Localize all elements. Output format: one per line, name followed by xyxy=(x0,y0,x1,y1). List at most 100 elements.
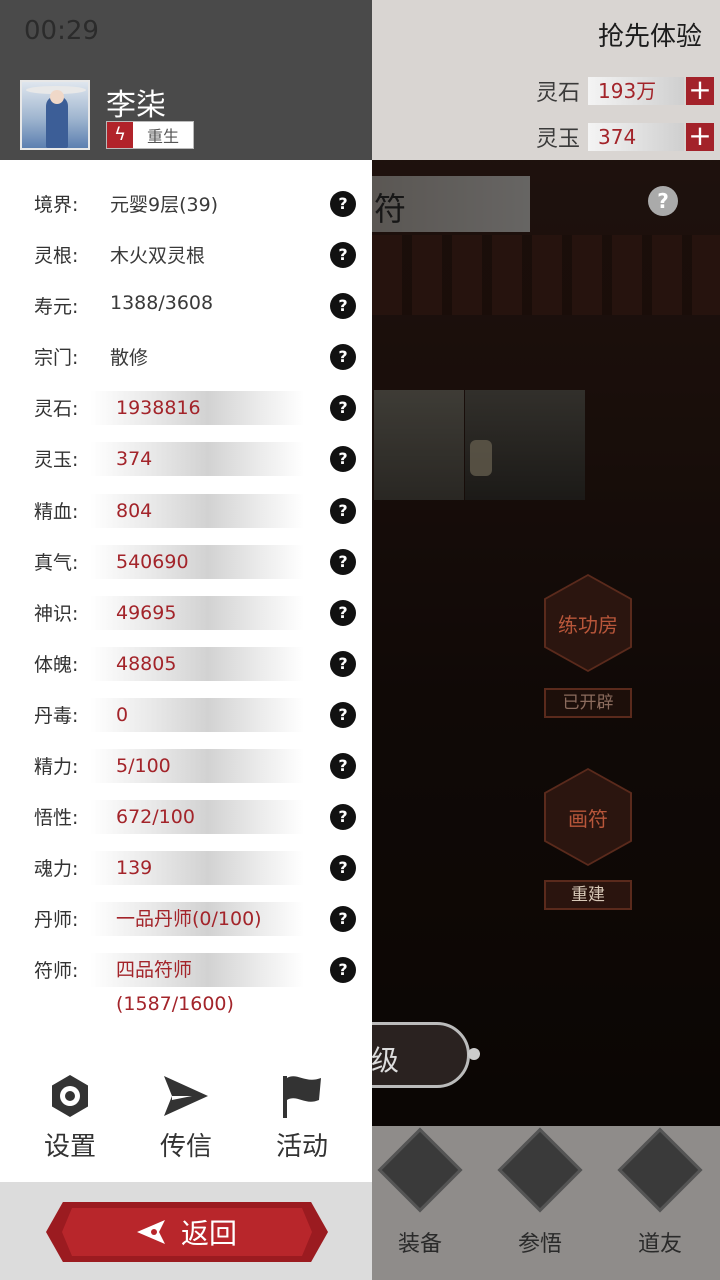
stat-row: 神识: 49695? xyxy=(0,587,372,638)
handshake-icon xyxy=(617,1127,703,1213)
stat-row: 体魄: 48805? xyxy=(0,638,372,689)
nav-label: 参悟 xyxy=(517,1232,562,1257)
send-icon xyxy=(164,1076,208,1116)
events-label: 活动 xyxy=(275,1132,328,1162)
stat-value: 804 xyxy=(90,493,304,528)
stat-value: 0 xyxy=(90,697,304,732)
message-label: 传信 xyxy=(159,1132,212,1162)
currency-label: 灵石 xyxy=(535,81,580,106)
panel-actions: 设置 传信 活动 xyxy=(0,1070,372,1180)
help-icon[interactable]: ? xyxy=(330,344,356,371)
scene-help-icon[interactable]: ? xyxy=(648,186,678,216)
return-area: 返回 xyxy=(0,1182,372,1280)
stat-label: 境界: xyxy=(34,194,79,216)
nav-label: 装备 xyxy=(397,1232,442,1257)
avatar[interactable] xyxy=(20,80,90,150)
stat-label: 宗门: xyxy=(34,347,79,370)
room-status-badge: 已开辟 xyxy=(544,688,632,718)
stat-label: 丹师: xyxy=(34,909,79,932)
stat-row: 灵根: 木火双灵根? xyxy=(0,229,372,280)
stat-row: 丹师: 一品丹师(0/100)? xyxy=(0,893,372,944)
help-icon[interactable]: ? xyxy=(330,855,356,882)
rebirth-badge[interactable]: ϟ 重生 xyxy=(106,121,194,149)
back-arrow-icon xyxy=(136,1220,165,1244)
flag-icon xyxy=(283,1076,321,1118)
stat-value: 49695 xyxy=(90,595,304,630)
stat-value: 一品丹师(0/100) xyxy=(90,902,304,937)
message-button[interactable]: 传信 xyxy=(136,1070,236,1163)
add-currency-button[interactable]: + xyxy=(686,122,714,151)
currency-value: 374 xyxy=(588,123,684,151)
help-icon[interactable]: ? xyxy=(330,293,356,320)
nav-label: 道友 xyxy=(637,1232,682,1257)
stat-label: 丹毒: xyxy=(34,704,79,727)
stat-label: 真气: xyxy=(34,551,79,574)
help-icon[interactable]: ? xyxy=(330,804,356,831)
stat-row: 灵玉: 374? xyxy=(0,433,372,484)
stat-value: 木火双灵根 xyxy=(110,245,206,268)
stat-row: 精力: 5/100? xyxy=(0,740,372,791)
character-name: 李柒 xyxy=(106,88,166,123)
stat-label: 灵石: xyxy=(34,398,79,421)
lightning-icon: ϟ xyxy=(107,122,133,148)
rebuild-button[interactable]: 重建 xyxy=(544,880,632,910)
panel-header: 00:29 李柒 ϟ 重生 xyxy=(0,0,372,160)
clock: 00:29 xyxy=(24,16,99,46)
add-currency-button[interactable]: + xyxy=(686,76,714,105)
help-icon[interactable]: ? xyxy=(330,191,356,217)
settings-label: 设置 xyxy=(43,1132,96,1162)
currency-label: 灵玉 xyxy=(535,127,580,152)
stat-label: 精力: xyxy=(34,756,79,779)
stat-row: 境界: 元婴9层(39)? xyxy=(0,178,372,229)
stat-row: 悟性: 672/100? xyxy=(0,791,372,842)
nav-comprehend[interactable]: 参悟 xyxy=(490,1127,590,1258)
sword-icon xyxy=(377,1127,463,1213)
help-icon[interactable]: ? xyxy=(330,446,356,473)
stat-value: 散修 xyxy=(110,347,149,370)
events-button[interactable]: 活动 xyxy=(252,1070,352,1163)
help-icon[interactable]: ? xyxy=(330,395,356,422)
rebirth-label: 重生 xyxy=(146,127,179,146)
book-icon xyxy=(497,1127,583,1213)
nav-friends[interactable]: 道友 xyxy=(610,1127,710,1258)
pill-dot xyxy=(468,1048,480,1060)
room-label: 画符 xyxy=(568,806,608,831)
help-icon[interactable]: ? xyxy=(330,497,356,524)
help-icon[interactable]: ? xyxy=(330,599,356,626)
help-icon[interactable]: ? xyxy=(330,957,356,984)
stat-label: 符师: xyxy=(34,960,79,983)
stat-label: 精血: xyxy=(34,500,79,523)
stat-label: 体魄: xyxy=(34,653,79,676)
stat-value: 374 xyxy=(90,442,304,477)
stat-row: 丹毒: 0? xyxy=(0,689,372,740)
stat-value: 672/100 xyxy=(90,800,304,835)
gear-icon xyxy=(52,1075,88,1117)
currency-spirit-jade: 灵玉 374 + xyxy=(536,122,714,152)
help-icon[interactable]: ? xyxy=(330,548,356,575)
return-button[interactable]: 返回 xyxy=(46,1202,328,1262)
stat-value: 540690 xyxy=(90,544,304,579)
pill-label: 级 xyxy=(371,1044,400,1077)
early-access-label: 抢先体验 xyxy=(597,22,702,52)
stat-value: 1388/3608 xyxy=(110,292,214,315)
help-icon[interactable]: ? xyxy=(330,906,356,933)
stat-label: 神识: xyxy=(34,602,79,625)
settings-button[interactable]: 设置 xyxy=(20,1070,120,1163)
help-icon[interactable]: ? xyxy=(330,753,356,780)
stat-label: 悟性: xyxy=(34,807,79,830)
stat-value: 48805 xyxy=(90,646,304,681)
stat-label: 魂力: xyxy=(34,858,79,881)
help-icon[interactable]: ? xyxy=(330,242,356,269)
stat-row: 寿元: 1388/3608? xyxy=(0,280,372,331)
help-icon[interactable]: ? xyxy=(330,701,356,728)
nav-equipment[interactable]: 装备 xyxy=(370,1127,470,1258)
return-label: 返回 xyxy=(180,1217,237,1250)
character-panel: 00:29 李柒 ϟ 重生 境界: 元婴9层(39)? 灵根: 木火双灵根? 寿元: 13… xyxy=(0,0,372,1280)
stat-label: 灵根: xyxy=(34,245,79,268)
stat-value: 139 xyxy=(90,851,304,886)
currency-value: 193万 xyxy=(588,77,684,105)
stat-row: 宗门: 散修? xyxy=(0,331,372,382)
stat-row: 灵石: 1938816? xyxy=(0,382,372,433)
help-icon[interactable]: ? xyxy=(330,650,356,677)
stat-label: 灵玉: xyxy=(34,449,79,472)
